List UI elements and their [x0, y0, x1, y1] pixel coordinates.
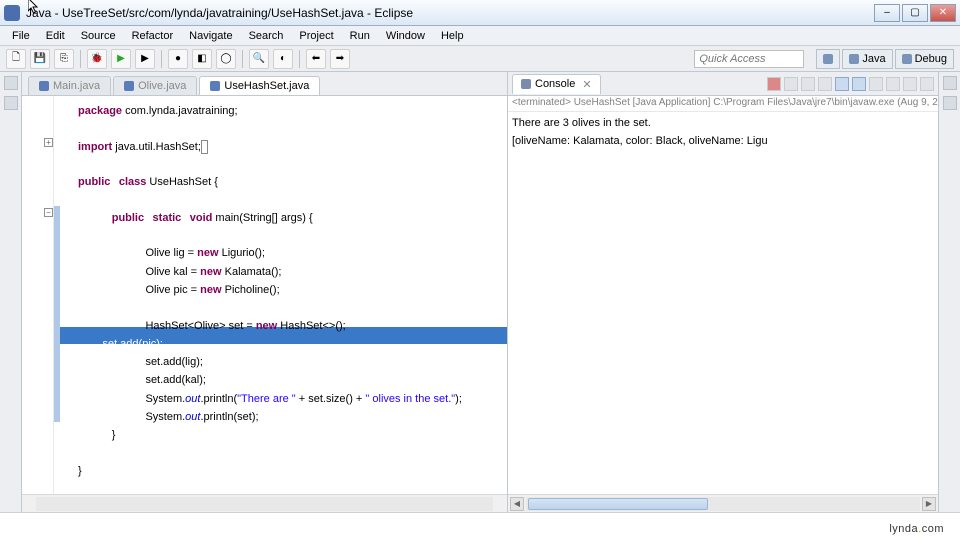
java-file-icon [124, 81, 134, 91]
right-trim [938, 72, 960, 512]
perspective-icon [823, 54, 833, 64]
save-all-button[interactable]: ⎘ [54, 49, 74, 69]
console-panel: Console✕ <terminated> UseHashSet [Java A… [508, 72, 938, 512]
console-icon [521, 79, 531, 89]
menubar: File Edit Source Refactor Navigate Searc… [0, 26, 960, 46]
scroll-thumb[interactable] [528, 498, 708, 510]
java-file-icon [39, 81, 49, 91]
left-trim [0, 72, 22, 512]
task-list-icon[interactable] [943, 76, 957, 90]
console-h-scrollbar[interactable]: ◀ ▶ [508, 494, 938, 512]
close-button[interactable]: ✕ [930, 4, 956, 22]
fold-method-icon[interactable]: − [44, 208, 53, 217]
scroll-left-icon[interactable]: ◀ [510, 497, 524, 511]
debug-perspective[interactable]: Debug [895, 49, 954, 69]
separator [161, 50, 162, 68]
nav-back-button[interactable]: ⬅ [306, 49, 326, 69]
quick-access-input[interactable] [694, 50, 804, 68]
menu-help[interactable]: Help [433, 28, 472, 44]
maximize-button[interactable]: ▢ [902, 4, 928, 22]
run-button[interactable]: ▶ [111, 49, 131, 69]
terminate-button[interactable] [767, 77, 781, 91]
editor-body[interactable]: + − package com.lynda.javatraining; impo… [22, 96, 507, 512]
tab-usehashset-java[interactable]: UseHashSet.java [199, 76, 320, 95]
open-perspective-button[interactable] [816, 49, 840, 69]
console-header: Console✕ [508, 72, 938, 96]
separator [299, 50, 300, 68]
scroll-lock-button[interactable] [835, 77, 849, 91]
outline-icon[interactable] [943, 96, 957, 110]
console-toolbar [767, 77, 934, 91]
menu-source[interactable]: Source [73, 28, 124, 44]
branding-bar: lynda.com [0, 512, 960, 540]
editor-h-scrollbar[interactable] [22, 494, 507, 512]
remove-all-button[interactable] [801, 77, 815, 91]
menu-search[interactable]: Search [241, 28, 292, 44]
remove-launch-button[interactable] [784, 77, 798, 91]
new-class-button[interactable]: ● [168, 49, 188, 69]
save-button[interactable]: 💾 [30, 49, 50, 69]
editor-gutter: + − [22, 96, 54, 494]
scroll-track[interactable] [526, 497, 920, 511]
main-area: Main.java Olive.java UseHashSet.java + −… [0, 72, 960, 512]
tab-main-java[interactable]: Main.java [28, 76, 111, 95]
debug-button[interactable]: 🐞 [87, 49, 107, 69]
editor-tabs: Main.java Olive.java UseHashSet.java [22, 72, 507, 96]
menu-file[interactable]: File [4, 28, 38, 44]
menu-project[interactable]: Project [291, 28, 341, 44]
hierarchy-icon[interactable] [4, 96, 18, 110]
debug-icon [902, 54, 912, 64]
lynda-logo: lynda.com [889, 515, 944, 538]
separator [80, 50, 81, 68]
minimize-button[interactable]: – [874, 4, 900, 22]
open-console-button[interactable] [886, 77, 900, 91]
code-area[interactable]: package com.lynda.javatraining; import j… [60, 96, 507, 494]
java-perspective[interactable]: Java [842, 49, 892, 69]
console-output[interactable]: There are 3 olives in the set. [oliveNam… [508, 112, 938, 494]
java-file-icon [210, 81, 220, 91]
menu-refactor[interactable]: Refactor [124, 28, 182, 44]
pin-console-button[interactable] [852, 77, 866, 91]
search-button[interactable]: 🔍 [249, 49, 269, 69]
editor-panel: Main.java Olive.java UseHashSet.java + −… [22, 72, 508, 512]
maximize-view-button[interactable] [920, 77, 934, 91]
clear-console-button[interactable] [818, 77, 832, 91]
window-title: Java - UseTreeSet/src/com/lynda/javatrai… [26, 6, 874, 20]
quick-access [694, 50, 804, 68]
separator [242, 50, 243, 68]
run-last-button[interactable]: ▶ [135, 49, 155, 69]
window-buttons: – ▢ ✕ [874, 4, 956, 22]
package-explorer-icon[interactable] [4, 76, 18, 90]
display-console-button[interactable] [869, 77, 883, 91]
java-icon [849, 54, 859, 64]
perspective-switcher: Java Debug [816, 49, 954, 69]
minimize-view-button[interactable] [903, 77, 917, 91]
menu-window[interactable]: Window [378, 28, 433, 44]
menu-run[interactable]: Run [342, 28, 378, 44]
console-tab[interactable]: Console✕ [512, 74, 601, 94]
console-status: <terminated> UseHashSet [Java Applicatio… [508, 96, 938, 112]
menu-edit[interactable]: Edit [38, 28, 73, 44]
new-button[interactable]: 🗋 [6, 49, 26, 69]
menu-navigate[interactable]: Navigate [181, 28, 240, 44]
scroll-right-icon[interactable]: ▶ [922, 497, 936, 511]
toolbar: 🗋 💾 ⎘ 🐞 ▶ ▶ ● ◧ ◯ 🔍 ◐ ⬅ ➡ Java Debug [0, 46, 960, 72]
open-type-button[interactable]: ◯ [216, 49, 236, 69]
eclipse-icon [4, 5, 20, 21]
fold-import-icon[interactable]: + [44, 138, 53, 147]
tab-olive-java[interactable]: Olive.java [113, 76, 197, 95]
new-package-button[interactable]: ◧ [192, 49, 212, 69]
titlebar: Java - UseTreeSet/src/com/lynda/javatrai… [0, 0, 960, 26]
nav-fwd-button[interactable]: ➡ [330, 49, 350, 69]
toggle-button[interactable]: ◐ [273, 49, 293, 69]
